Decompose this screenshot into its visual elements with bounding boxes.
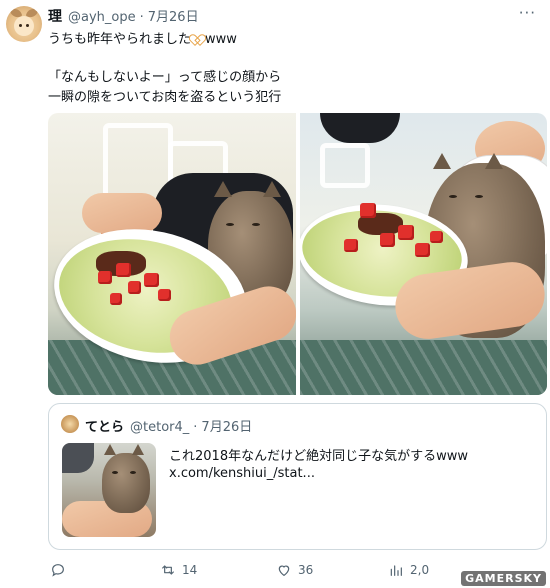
cat-eye bbox=[112, 471, 118, 474]
like-heart-icon bbox=[278, 565, 290, 577]
more-options-button[interactable]: ··· bbox=[519, 4, 536, 22]
quoted-header: てとら @tetor4_ · 7月26日 bbox=[85, 416, 252, 435]
person-sleeve bbox=[319, 113, 400, 143]
tomato bbox=[116, 263, 131, 277]
like-button[interactable]: 36 bbox=[276, 562, 313, 578]
cat-ear bbox=[104, 444, 116, 455]
photo-cat-and-plate-1[interactable] bbox=[48, 113, 296, 395]
tomato bbox=[128, 281, 141, 294]
display-name[interactable]: 理 bbox=[48, 6, 62, 26]
cat-eye bbox=[474, 195, 483, 198]
cat-eye bbox=[252, 223, 260, 226]
tomato bbox=[397, 225, 414, 240]
avatar-face bbox=[14, 16, 34, 36]
media-grid bbox=[48, 113, 547, 395]
photo-cat-and-plate-2[interactable] bbox=[299, 113, 547, 395]
tomato bbox=[359, 203, 376, 218]
cat-ear bbox=[432, 153, 451, 169]
quoted-photo[interactable] bbox=[62, 443, 156, 537]
tweet-text-segment: www bbox=[205, 32, 237, 47]
cat-eye bbox=[448, 195, 457, 198]
quoted-tweet[interactable]: てとら @tetor4_ · 7月26日 これ2018年なんだけど絶対同じ子な気… bbox=[48, 403, 547, 550]
reply-button[interactable] bbox=[50, 562, 72, 578]
cat bbox=[102, 444, 150, 513]
tomato bbox=[343, 239, 358, 252]
tomato bbox=[379, 233, 395, 247]
avatar-eye-left bbox=[19, 24, 22, 27]
hand-left bbox=[82, 193, 162, 233]
cat-ear bbox=[214, 181, 232, 197]
views-bar-chart-icon bbox=[390, 565, 402, 576]
quoted-link[interactable]: x.com/kenshiui_/stat... bbox=[169, 466, 315, 481]
table bbox=[299, 340, 547, 395]
retweet-icon bbox=[162, 565, 174, 575]
tweet-header: 理 @ayh_ope · 7月26日 bbox=[48, 6, 199, 26]
quoted-text-line-1: これ2018年なんだけど絶対同じ子な気がするwww bbox=[169, 449, 468, 464]
retweet-button[interactable]: 14 bbox=[160, 562, 197, 578]
cat-ear bbox=[484, 153, 503, 169]
cat-eye bbox=[226, 223, 234, 226]
avatar-eye-right bbox=[26, 24, 29, 27]
quoted-display-name[interactable]: てとら bbox=[85, 416, 124, 435]
tomato bbox=[158, 289, 171, 301]
retweet-count: 14 bbox=[182, 563, 198, 577]
timestamp[interactable]: 7月26日 bbox=[148, 6, 199, 25]
separator-dot: · bbox=[139, 10, 144, 25]
tomato bbox=[414, 243, 430, 257]
tomato bbox=[98, 271, 112, 284]
chair bbox=[319, 143, 370, 188]
tomato bbox=[110, 293, 122, 305]
tomato bbox=[144, 273, 159, 287]
background-object bbox=[62, 443, 94, 473]
tweet-text-line-2: 「なんもしないよー」って感じの顔から bbox=[48, 70, 282, 85]
ellipsis-icon: ··· bbox=[518, 4, 536, 22]
cat-ear bbox=[132, 444, 144, 455]
heart-outline-icon bbox=[192, 35, 204, 45]
cat-eye bbox=[130, 471, 136, 474]
tweet-text-line-1: うちも昨年やられました www bbox=[48, 28, 237, 47]
tweet-text-line-3: 一瞬の隙をついてお肉を盗るという犯行 bbox=[48, 90, 282, 105]
tomato bbox=[429, 231, 443, 243]
avatar[interactable] bbox=[6, 6, 42, 42]
like-count: 36 bbox=[298, 563, 314, 577]
quoted-timestamp[interactable]: 7月26日 bbox=[201, 416, 252, 435]
quoted-handle[interactable]: @tetor4_ bbox=[130, 420, 189, 435]
separator-dot: · bbox=[193, 420, 198, 435]
cat-ear bbox=[263, 181, 281, 197]
quoted-avatar[interactable] bbox=[61, 415, 79, 433]
view-count: 2,0 bbox=[410, 563, 430, 577]
handle[interactable]: @ayh_ope bbox=[68, 10, 136, 25]
watermark-logo: GAMERSKY bbox=[461, 571, 546, 586]
tweet-text-segment: うちも昨年やられました bbox=[48, 32, 192, 47]
views-button[interactable]: 2,0 bbox=[388, 562, 429, 578]
reply-icon bbox=[52, 564, 64, 577]
